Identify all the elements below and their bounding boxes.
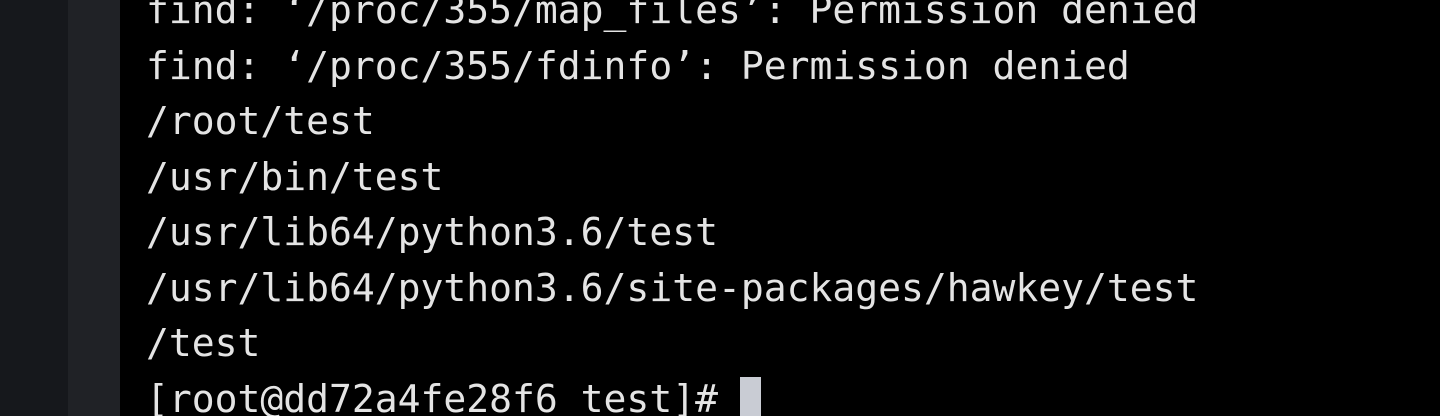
inner-gutter	[68, 0, 120, 416]
prompt-line[interactable]: [root@dd72a4fe28f6 test]#	[146, 372, 1198, 416]
output-line: find: ‘/proc/355/map_files’: Permission …	[146, 0, 1199, 32]
terminal-output-area[interactable]: find: ‘/proc/355/map_files’: Permission …	[120, 0, 1440, 416]
block-cursor-icon	[739, 377, 761, 416]
output-line: /root/test	[146, 99, 375, 143]
output-line: find: ‘/proc/355/fdinfo’: Permission den…	[146, 43, 1130, 88]
output-line: /usr/bin/test	[146, 154, 444, 199]
output-line: /usr/lib64/python3.6/test	[146, 210, 718, 254]
terminal-window: find: ‘/proc/355/map_files’: Permission …	[0, 0, 1440, 416]
output-line: /test	[146, 321, 261, 365]
output-line: /usr/lib64/python3.6/site-packages/hawke…	[146, 265, 1199, 310]
output-lines: find: ‘/proc/355/map_files’: Permission …	[146, 0, 1198, 416]
shell-prompt: [root@dd72a4fe28f6 test]#	[146, 376, 718, 416]
side-gutter	[0, 0, 68, 416]
